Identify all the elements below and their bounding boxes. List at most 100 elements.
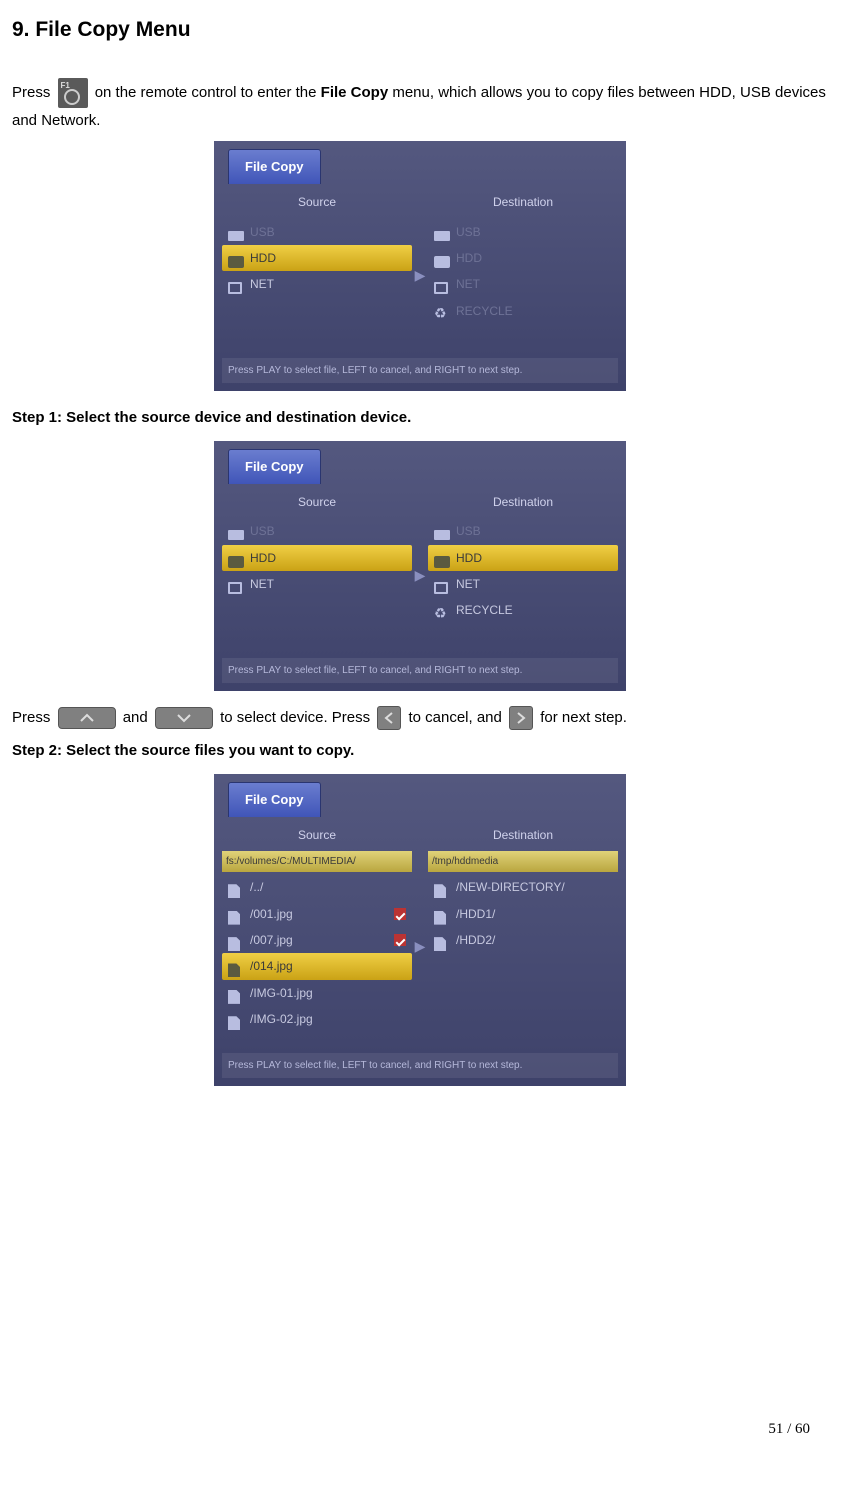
list-item: /001.jpg	[222, 901, 412, 927]
usb-icon	[434, 524, 450, 538]
list-item: /IMG-02.jpg	[222, 1006, 412, 1032]
source-list-2: USB HDD NET	[222, 518, 412, 597]
list-item: /../	[222, 874, 412, 900]
net-icon	[228, 577, 244, 591]
list-item-label: USB	[456, 521, 481, 541]
list-item: NET	[428, 271, 618, 297]
tab-file-copy: File Copy	[228, 449, 321, 484]
source-path: fs:/volumes/C:/MULTIMEDIA/	[222, 851, 412, 872]
hint-bar: Press PLAY to select file, LEFT to cance…	[222, 358, 618, 383]
rec-icon	[434, 304, 450, 318]
list-item-label: NET	[250, 274, 274, 294]
list-item-label: NET	[456, 274, 480, 294]
source-list-3: /../ /001.jpg/007.jpg/014.jpg/IMG-01.jpg /…	[222, 874, 412, 1032]
list-item-label: HDD	[250, 548, 276, 568]
list-item-label: HDD	[456, 548, 482, 568]
list-item: HDD	[428, 245, 618, 271]
hdd-icon	[434, 551, 450, 565]
list-item-label: /HDD1/	[456, 904, 495, 924]
list-item: /014.jpg	[222, 953, 412, 979]
list-item-label: /NEW-DIRECTORY/	[456, 877, 565, 897]
step-2-heading: Step 2: Select the source files you want…	[12, 738, 828, 764]
list-item-label: HDD	[456, 248, 482, 268]
list-item: USB	[222, 219, 412, 245]
list-item: HDD	[222, 545, 412, 571]
file-icon	[228, 1012, 244, 1026]
list-item-label: RECYCLE	[456, 600, 513, 620]
dest-path: /tmp/hddmedia	[428, 851, 618, 872]
nav-c: to select device. Press	[220, 709, 374, 726]
dest-list-1: USB HDD NET RECYCLE	[428, 219, 618, 325]
list-item: USB	[428, 518, 618, 544]
list-item: HDD	[222, 245, 412, 271]
list-item-label: /014.jpg	[250, 956, 293, 976]
list-item: RECYCLE	[428, 597, 618, 623]
hdd-icon	[228, 251, 244, 265]
list-item: RECYCLE	[428, 298, 618, 324]
list-item-label: /001.jpg	[250, 904, 293, 924]
list-item-label: /HDD2/	[456, 930, 495, 950]
list-item-label: /IMG-02.jpg	[250, 1009, 313, 1029]
intro-press: Press	[12, 84, 55, 101]
hdd-icon	[228, 551, 244, 565]
dest-list-2: USB HDD NET RECYCLE	[428, 518, 618, 624]
list-item: /HDD2/	[428, 927, 618, 953]
down-key-icon	[155, 707, 213, 729]
list-item: NET	[222, 271, 412, 297]
list-item-label: USB	[250, 222, 275, 242]
net-icon	[228, 278, 244, 292]
step-1-heading: Step 1: Select the source device and des…	[12, 405, 828, 431]
intro-bold: File Copy	[321, 84, 389, 101]
hint-bar: Press PLAY to select file, LEFT to cance…	[222, 658, 618, 683]
list-item-label: NET	[456, 574, 480, 594]
source-list-1: USB HDD NET	[222, 219, 412, 298]
f1-key-icon	[58, 78, 88, 108]
nav-line: Press and to select device. Press to can…	[12, 705, 828, 731]
list-item: USB	[428, 219, 618, 245]
nav-a: Press	[12, 709, 55, 726]
col-head-source: Source	[222, 821, 412, 851]
list-item: /007.jpg	[222, 927, 412, 953]
file-icon	[434, 933, 450, 947]
dest-list-3: /NEW-DIRECTORY/ /HDD1/ /HDD2/	[428, 874, 618, 953]
screenshot-2: File Copy Source USBHDDNET ▶ Destination…	[214, 441, 626, 691]
list-item-label: USB	[456, 222, 481, 242]
list-item-label: /007.jpg	[250, 930, 293, 950]
page-number: 51 / 60	[768, 1417, 810, 1443]
list-item-label: USB	[250, 521, 275, 541]
file-icon	[228, 933, 244, 947]
list-item: /NEW-DIRECTORY/	[428, 874, 618, 900]
usb-icon	[228, 524, 244, 538]
list-item: NET	[222, 571, 412, 597]
section-heading: 9. File Copy Menu	[12, 12, 828, 48]
list-item: NET	[428, 571, 618, 597]
hdd-icon	[434, 251, 450, 265]
col-head-source: Source	[222, 488, 412, 518]
checked-icon	[394, 908, 406, 920]
screenshot-3: File Copy Source fs:/volumes/C:/MULTIMED…	[214, 774, 626, 1086]
list-item-label: NET	[250, 574, 274, 594]
col-head-dest: Destination	[428, 188, 618, 218]
list-item-label: /IMG-01.jpg	[250, 983, 313, 1003]
nav-d: to cancel, and	[408, 709, 506, 726]
arrow-icon: ▶	[412, 821, 428, 1033]
screenshot-1: File Copy Source USBHDDNET ▶ Destination…	[214, 141, 626, 391]
checked-icon	[394, 934, 406, 946]
file-icon	[228, 960, 244, 974]
col-head-dest: Destination	[428, 821, 618, 851]
hint-bar: Press PLAY to select file, LEFT to cance…	[222, 1053, 618, 1078]
usb-icon	[434, 225, 450, 239]
col-head-dest: Destination	[428, 488, 618, 518]
col-head-source: Source	[222, 188, 412, 218]
file-icon	[434, 907, 450, 921]
up-key-icon	[58, 707, 116, 729]
intro-paragraph: Press on the remote control to enter the…	[12, 78, 828, 134]
tab-file-copy: File Copy	[228, 782, 321, 817]
file-icon	[228, 880, 244, 894]
list-item: /HDD1/	[428, 901, 618, 927]
left-key-icon	[377, 706, 401, 730]
arrow-icon: ▶	[412, 188, 428, 324]
nav-b: and	[123, 709, 152, 726]
list-item: /IMG-01.jpg	[222, 980, 412, 1006]
file-icon	[434, 880, 450, 894]
